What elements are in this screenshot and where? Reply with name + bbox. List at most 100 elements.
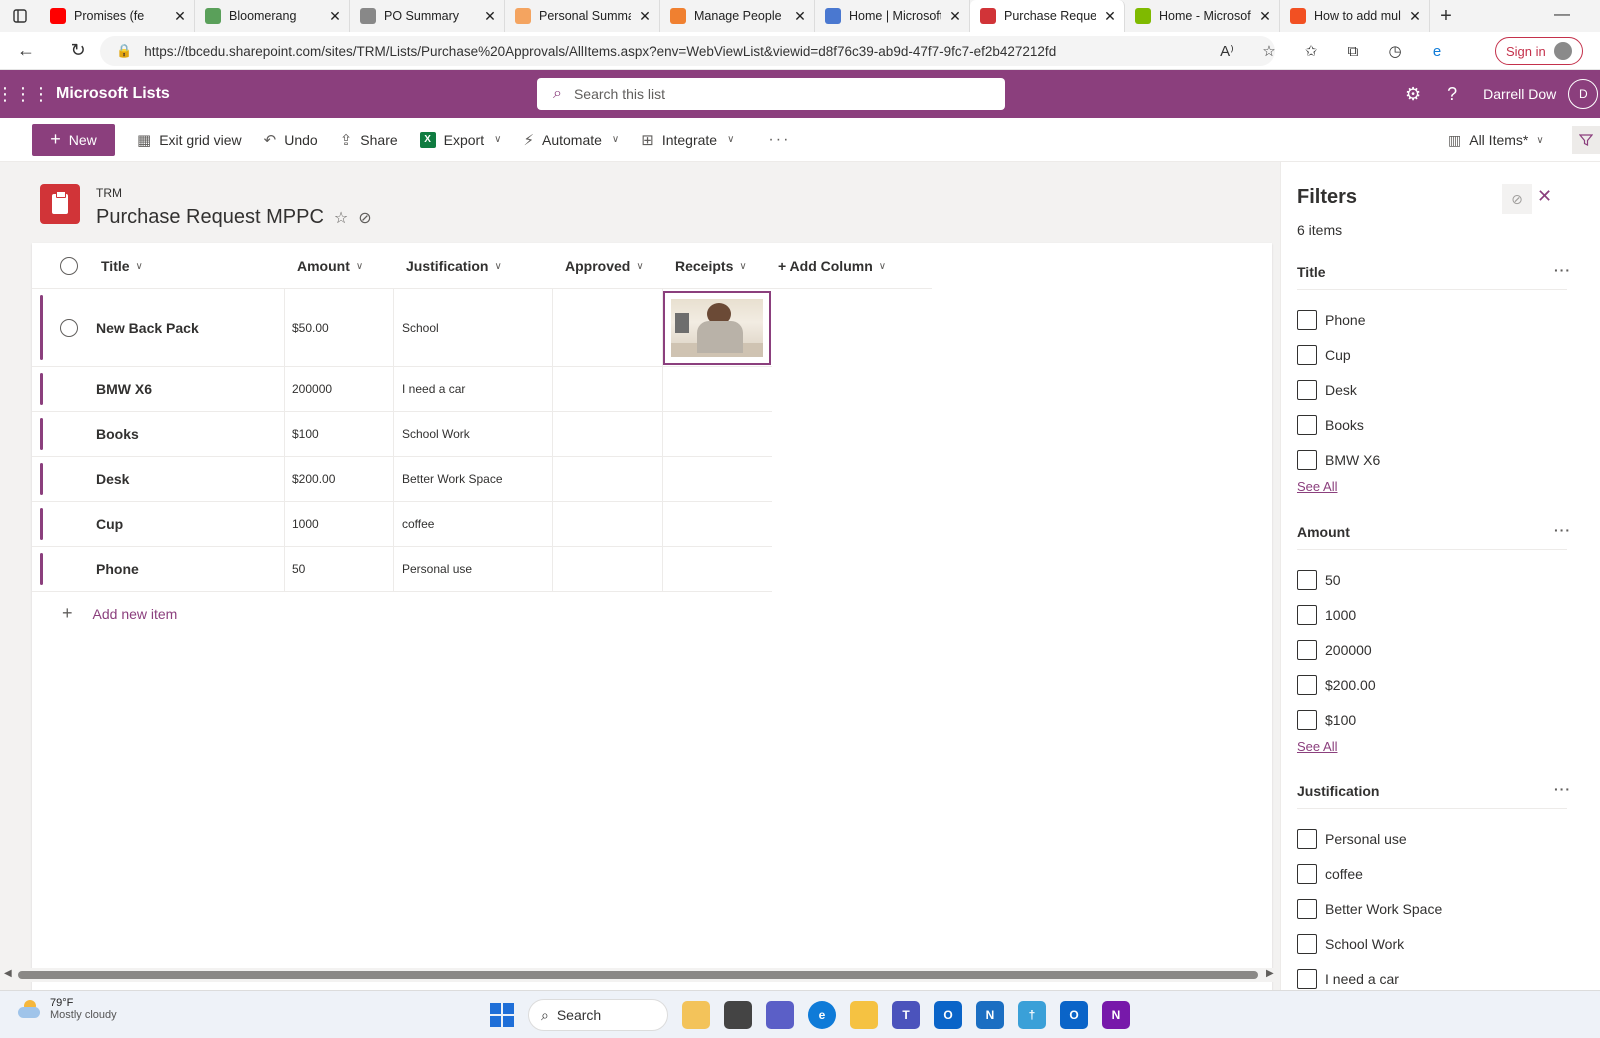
- tab-close-icon[interactable]: ✕: [947, 8, 963, 25]
- filter-option[interactable]: Phone: [1297, 302, 1567, 337]
- cell-title[interactable]: BMW X6: [96, 367, 281, 411]
- more-options-icon[interactable]: ···: [1554, 522, 1571, 538]
- cell-amount[interactable]: 200000: [292, 367, 392, 411]
- filter-option[interactable]: coffee: [1297, 856, 1567, 891]
- collections-icon[interactable]: ⧉: [1341, 36, 1365, 66]
- onenote-icon[interactable]: N: [1102, 1001, 1130, 1029]
- back-icon[interactable]: ←: [8, 33, 44, 69]
- cell-amount[interactable]: $50.00: [292, 289, 392, 366]
- cell-approved[interactable]: [560, 457, 660, 501]
- column-header-justification[interactable]: Justification ∨: [406, 243, 502, 289]
- cell-justification[interactable]: School: [402, 289, 552, 366]
- export-button[interactable]: X Export ∨: [419, 131, 501, 148]
- add-new-item-button[interactable]: + Add new item: [62, 603, 177, 624]
- cell-amount[interactable]: $200.00: [292, 457, 392, 501]
- cell-justification[interactable]: Personal use: [402, 547, 552, 591]
- checkbox[interactable]: [1297, 933, 1317, 954]
- table-row[interactable]: BMW X6 200000 I need a car: [32, 367, 772, 412]
- edge-browser-icon[interactable]: e: [808, 1001, 836, 1029]
- cell-approved[interactable]: [560, 289, 660, 366]
- cell-justification[interactable]: Better Work Space: [402, 457, 552, 501]
- cell-title[interactable]: Books: [96, 412, 281, 456]
- help-icon[interactable]: ?: [1447, 84, 1457, 105]
- refresh-icon[interactable]: ↻: [60, 33, 96, 69]
- column-header-amount[interactable]: Amount ∨: [297, 243, 363, 289]
- column-header-title[interactable]: Title ∨: [101, 243, 143, 289]
- tab-close-icon[interactable]: ✕: [637, 8, 653, 25]
- task-view-icon[interactable]: [724, 1001, 752, 1029]
- settings-gear-icon[interactable]: ⚙: [1405, 84, 1421, 105]
- filter-option[interactable]: I need a car: [1297, 961, 1567, 990]
- checkbox[interactable]: [1297, 863, 1317, 884]
- favorites-icon[interactable]: ✩: [1299, 36, 1323, 66]
- tab-close-icon[interactable]: ✕: [1257, 8, 1273, 25]
- check-circle-icon[interactable]: ⊘: [358, 208, 371, 228]
- minimize-window-icon[interactable]: —: [1554, 6, 1570, 24]
- browser-tab[interactable]: Bloomerang ✕: [195, 0, 350, 32]
- table-row[interactable]: Desk $200.00 Better Work Space: [32, 457, 772, 502]
- browser-tab[interactable]: Personal Summar ✕: [505, 0, 660, 32]
- favorite-star-icon[interactable]: ☆: [334, 208, 348, 228]
- checkbox[interactable]: [1297, 639, 1317, 660]
- automate-button[interactable]: ⚡ Automate ∨: [523, 131, 619, 149]
- table-row[interactable]: Books $100 School Work: [32, 412, 772, 457]
- add-column-button[interactable]: + Add Column ∨: [778, 243, 886, 289]
- checkbox[interactable]: [1297, 449, 1317, 470]
- table-row[interactable]: Cup 1000 coffee: [32, 502, 772, 547]
- browser-tab[interactable]: PO Summary ✕: [350, 0, 505, 32]
- cell-justification[interactable]: coffee: [402, 502, 552, 546]
- horizontal-scrollbar[interactable]: ◀ ▶: [0, 968, 1280, 982]
- add-favorite-icon[interactable]: ☆: [1257, 36, 1281, 66]
- filter-option[interactable]: Books: [1297, 407, 1567, 442]
- tab-close-icon[interactable]: ✕: [482, 8, 498, 25]
- tab-actions-icon[interactable]: [0, 0, 40, 32]
- browser-tab[interactable]: Home | Microsoft ✕: [815, 0, 970, 32]
- receipt-thumbnail[interactable]: [663, 290, 771, 365]
- file-explorer-icon[interactable]: [850, 1001, 878, 1029]
- filter-option[interactable]: Desk: [1297, 372, 1567, 407]
- close-icon[interactable]: ✕: [1537, 186, 1552, 207]
- checkbox[interactable]: [1297, 379, 1317, 400]
- search-input[interactable]: ⌕ Search this list: [537, 78, 1005, 110]
- browser-tab[interactable]: Purchase Request ✕: [970, 0, 1125, 32]
- new-tab-icon[interactable]: +: [1430, 5, 1462, 28]
- cell-receipts[interactable]: [663, 367, 771, 411]
- tab-close-icon[interactable]: ✕: [1102, 8, 1118, 25]
- table-row[interactable]: Phone 50 Personal use: [32, 547, 772, 592]
- checkbox[interactable]: [1297, 968, 1317, 989]
- more-options-icon[interactable]: ···: [1554, 262, 1571, 278]
- see-all-link[interactable]: See All: [1297, 479, 1567, 494]
- filter-option[interactable]: Better Work Space: [1297, 891, 1567, 926]
- nx-icon[interactable]: N: [976, 1001, 1004, 1029]
- view-selector[interactable]: ▥ All Items* ∨: [1448, 118, 1544, 162]
- row-select-radio[interactable]: [60, 289, 78, 366]
- sign-in-button[interactable]: Sign in: [1495, 37, 1583, 65]
- browser-tab[interactable]: Promises (fe ✕: [40, 0, 195, 32]
- cell-justification[interactable]: School Work: [402, 412, 552, 456]
- more-options-icon[interactable]: ···: [768, 131, 790, 149]
- site-name[interactable]: TRM: [96, 186, 122, 200]
- cell-approved[interactable]: [560, 502, 660, 546]
- checkbox[interactable]: [1297, 898, 1317, 919]
- select-all-radio[interactable]: [60, 243, 78, 289]
- new-button[interactable]: + New: [32, 123, 115, 156]
- cell-title[interactable]: Cup: [96, 502, 281, 546]
- filter-option[interactable]: 1000: [1297, 597, 1567, 632]
- tab-close-icon[interactable]: ✕: [1407, 8, 1423, 25]
- tab-close-icon[interactable]: ✕: [327, 8, 343, 25]
- widgets-icon[interactable]: [682, 1001, 710, 1029]
- table-row[interactable]: New Back Pack $50.00 School: [32, 289, 772, 367]
- taskbar-search[interactable]: ⌕ Search: [528, 999, 668, 1031]
- read-aloud-icon[interactable]: A⁾: [1215, 36, 1239, 66]
- cell-receipts[interactable]: [663, 289, 771, 366]
- browser-tab[interactable]: Manage People ✕: [660, 0, 815, 32]
- teams-chat-icon[interactable]: [766, 1001, 794, 1029]
- cell-approved[interactable]: [560, 367, 660, 411]
- tab-close-icon[interactable]: ✕: [792, 8, 808, 25]
- cell-receipts[interactable]: [663, 412, 771, 456]
- checkbox[interactable]: [1297, 709, 1317, 730]
- app-launcher-icon[interactable]: ⋮⋮⋮: [0, 84, 50, 105]
- pin-app-icon[interactable]: †: [1018, 1001, 1046, 1029]
- checkbox[interactable]: [1297, 674, 1317, 695]
- weather-widget[interactable]: 79°F Mostly cloudy: [18, 997, 117, 1021]
